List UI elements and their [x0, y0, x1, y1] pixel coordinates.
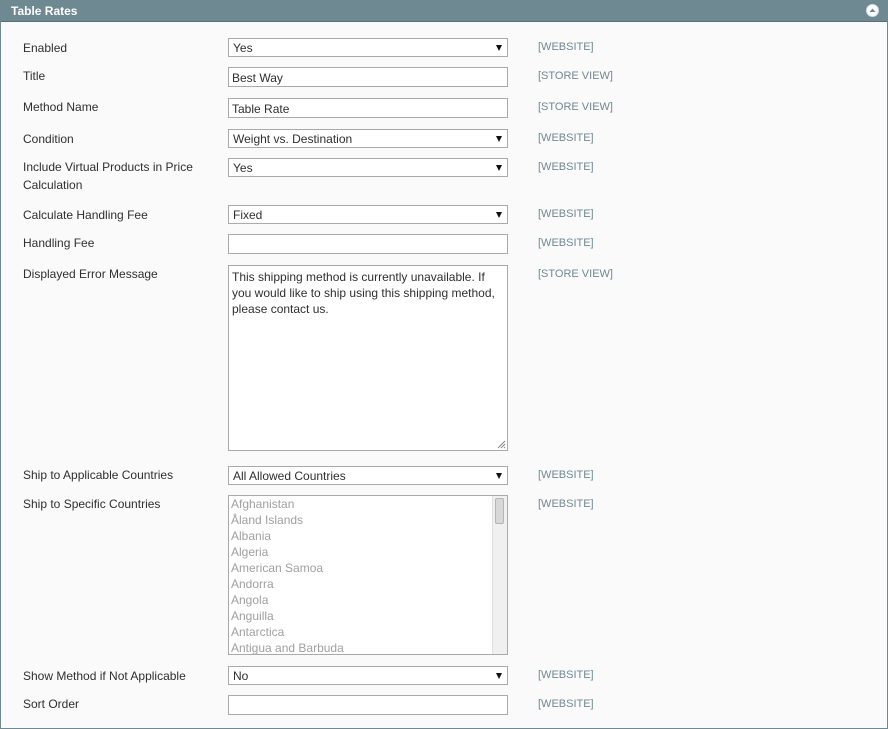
scrollbar[interactable] [492, 496, 507, 654]
handling-fee-label: Handling Fee [23, 236, 95, 250]
sort-order-scope: [WEBSITE] [538, 698, 594, 710]
calc-handling-fee-scope: [WEBSITE] [538, 208, 594, 220]
method-name-value: Table Rate [232, 102, 290, 116]
dropdown-arrow-icon [496, 673, 502, 679]
error-message-value: This shipping method is currently unavai… [232, 270, 495, 316]
title-scope: [STORE VIEW] [538, 70, 613, 82]
scrollbar-thumb[interactable] [495, 498, 504, 524]
method-name-input[interactable]: Table Rate [228, 98, 508, 118]
list-item[interactable]: Algeria [231, 544, 491, 560]
table-rates-panel: Table Rates Enabled Yes [WEBSITE] Title … [0, 0, 888, 729]
condition-value: Weight vs. Destination [233, 132, 353, 146]
ship-applicable-scope: [WEBSITE] [538, 469, 594, 481]
list-item[interactable]: American Samoa [231, 560, 491, 576]
include-virtual-value: Yes [233, 161, 253, 175]
ship-applicable-value: All Allowed Countries [233, 469, 346, 483]
list-item[interactable]: Antigua and Barbuda [231, 640, 491, 654]
panel-header[interactable]: Table Rates [1, 1, 887, 22]
resize-grip-icon[interactable] [497, 440, 506, 449]
title-value: Best Way [232, 71, 283, 85]
error-message-scope: [STORE VIEW] [538, 268, 613, 280]
dropdown-arrow-icon [496, 45, 502, 51]
calc-handling-fee-label: Calculate Handling Fee [23, 208, 148, 222]
dropdown-arrow-icon [496, 473, 502, 479]
calc-handling-fee-value: Fixed [233, 208, 263, 222]
handling-fee-input[interactable] [228, 234, 508, 254]
enabled-label: Enabled [23, 41, 68, 55]
enabled-value: Yes [233, 41, 253, 55]
show-method-value: No [233, 669, 249, 683]
show-method-label: Show Method if Not Applicable [23, 669, 186, 683]
dropdown-arrow-icon [496, 212, 502, 218]
panel-title: Table Rates [11, 4, 78, 18]
sort-order-input[interactable] [228, 695, 508, 715]
sort-order-label: Sort Order [23, 697, 80, 711]
list-item[interactable]: Andorra [231, 576, 491, 592]
list-item[interactable]: Afghanistan [231, 496, 491, 512]
title-label: Title [23, 69, 46, 83]
ship-specific-label: Ship to Specific Countries [23, 497, 161, 511]
method-name-scope: [STORE VIEW] [538, 101, 613, 113]
enabled-select[interactable]: Yes [228, 38, 508, 57]
ship-specific-multiselect[interactable]: Afghanistan Åland Islands Albania Algeri… [228, 495, 508, 655]
list-item[interactable]: Åland Islands [231, 512, 491, 528]
list-item[interactable]: Anguilla [231, 608, 491, 624]
calc-handling-fee-select[interactable]: Fixed [228, 205, 508, 224]
dropdown-arrow-icon [496, 165, 502, 171]
condition-select[interactable]: Weight vs. Destination [228, 129, 508, 148]
condition-label: Condition [23, 132, 74, 146]
ship-applicable-select[interactable]: All Allowed Countries [228, 466, 508, 485]
error-message-textarea[interactable]: This shipping method is currently unavai… [228, 265, 508, 451]
error-message-label: Displayed Error Message [23, 267, 158, 281]
handling-fee-scope: [WEBSITE] [538, 237, 594, 249]
include-virtual-label: Include Virtual Products in Price Calcul… [23, 160, 193, 192]
title-input[interactable]: Best Way [228, 67, 508, 87]
include-virtual-scope: [WEBSITE] [538, 161, 594, 173]
ship-applicable-label: Ship to Applicable Countries [23, 468, 174, 482]
dropdown-arrow-icon [496, 136, 502, 142]
ship-specific-scope: [WEBSITE] [538, 498, 594, 510]
country-list: Afghanistan Åland Islands Albania Algeri… [231, 496, 491, 654]
list-item[interactable]: Angola [231, 592, 491, 608]
include-virtual-select[interactable]: Yes [228, 158, 508, 177]
show-method-scope: [WEBSITE] [538, 669, 594, 681]
method-name-label: Method Name [23, 100, 99, 114]
enabled-scope: [WEBSITE] [538, 41, 594, 53]
condition-scope: [WEBSITE] [538, 132, 594, 144]
show-method-select[interactable]: No [228, 666, 508, 685]
list-item[interactable]: Antarctica [231, 624, 491, 640]
list-item[interactable]: Albania [231, 528, 491, 544]
chevron-up-icon[interactable] [866, 4, 879, 17]
